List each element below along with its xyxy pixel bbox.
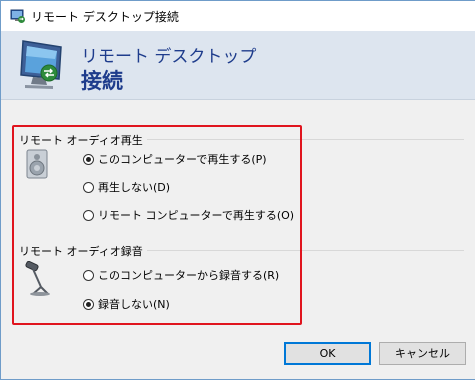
- option-label: 録音しない(N): [98, 298, 170, 311]
- playback-option-remote-computer[interactable]: リモート コンピューターで再生する(O): [83, 206, 294, 224]
- microphone-icon: [25, 261, 50, 296]
- option-label: このコンピューターから録音する(R): [98, 269, 280, 282]
- dialog-window: リモート デスクトップ接続 リモート デスクトップ 接続 リモート オーディオ再…: [0, 0, 475, 380]
- window-title: リモート デスクトップ接続: [31, 10, 179, 24]
- playback-option-do-not-play[interactable]: 再生しない(D): [83, 178, 170, 196]
- title-bar[interactable]: リモート デスクトップ接続: [1, 1, 475, 31]
- radio-selected-icon[interactable]: [83, 153, 94, 165]
- playback-option-this-computer[interactable]: このコンピューターで再生する(P): [83, 150, 267, 168]
- radio-selected-icon[interactable]: [83, 298, 94, 310]
- banner-title-line1: リモート デスクトップ: [81, 47, 257, 67]
- option-label: 再生しない(D): [98, 181, 171, 194]
- recording-group-label: リモート オーディオ録音: [19, 245, 143, 258]
- remote-desktop-monitor-icon: [20, 40, 62, 89]
- speaker-icon: [26, 149, 48, 179]
- option-label: リモート コンピューターで再生する(O): [98, 209, 295, 222]
- header-banner: リモート デスクトップ 接続: [1, 31, 475, 100]
- banner-title-line2: 接続: [81, 69, 123, 93]
- recording-group-divider: [147, 250, 464, 251]
- recording-option-this-computer[interactable]: このコンピューターから録音する(R): [83, 266, 279, 284]
- playback-group-label: リモート オーディオ再生: [19, 134, 143, 147]
- recording-option-do-not-record[interactable]: 録音しない(N): [83, 295, 170, 313]
- ok-button[interactable]: OK: [284, 342, 371, 365]
- option-label: このコンピューターで再生する(P): [98, 153, 267, 166]
- radio-unselected-icon[interactable]: [83, 269, 94, 281]
- radio-unselected-icon[interactable]: [83, 209, 94, 221]
- remote-desktop-app-icon: [10, 9, 25, 23]
- radio-unselected-icon[interactable]: [83, 181, 94, 193]
- playback-group-divider: [147, 139, 464, 140]
- cancel-button[interactable]: キャンセル: [379, 342, 466, 365]
